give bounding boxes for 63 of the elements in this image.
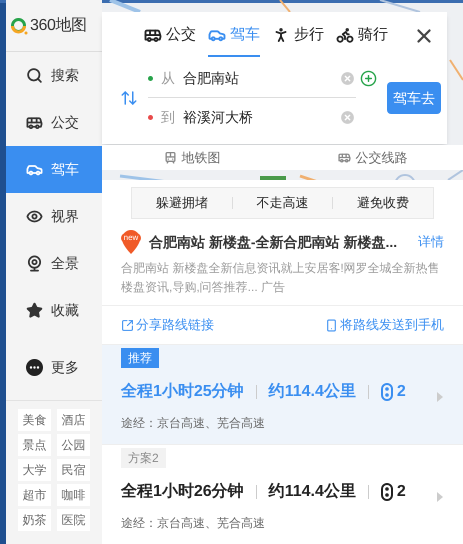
mode-tab[interactable]: 步行: [272, 15, 324, 57]
route-card[interactable]: 推荐 全程1小时25分钟 约114.4公里 2 途经：京台高速、芜合高速: [102, 344, 463, 444]
mode-tab[interactable]: 骑行: [336, 15, 388, 57]
map-link[interactable]: 地铁图: [102, 148, 282, 168]
route-option[interactable]: 避免收费: [333, 193, 434, 213]
route-option[interactable]: 躲避拥堵: [132, 193, 232, 213]
drive-button[interactable]: 驾车去: [387, 82, 441, 114]
ad-title[interactable]: 合肥南站 新楼盘-全新合肥南站 新楼盘...: [149, 232, 398, 252]
category-tag[interactable]: 公园: [57, 434, 90, 456]
share-link[interactable]: 分享路线链接: [121, 315, 214, 335]
expand-arrow-icon: [437, 492, 443, 502]
sidebar-item[interactable]: 更多: [6, 334, 102, 400]
bicycle-icon: [336, 26, 354, 44]
traffic-light-count: 2: [396, 482, 406, 502]
sidebar-item[interactable]: 视界: [6, 193, 102, 240]
logo-icon: [10, 16, 28, 34]
category-tag[interactable]: 咖啡: [57, 484, 90, 506]
category-tag[interactable]: 酒店: [57, 409, 90, 431]
category-tag[interactable]: 大学: [18, 459, 51, 481]
details-link[interactable]: 详情: [418, 232, 444, 252]
route-duration: 全程1小时26分钟: [121, 482, 244, 502]
add-stop-icon[interactable]: [360, 70, 377, 87]
category-tag[interactable]: 超市: [18, 484, 51, 506]
sidebar-item[interactable]: 公交: [6, 99, 102, 146]
category-tag[interactable]: 民宿: [57, 459, 90, 481]
start-field[interactable]: 从 合肥南站: [148, 60, 356, 98]
swap-icon[interactable]: [120, 89, 138, 107]
route-tag: 推荐: [121, 348, 159, 368]
route-distance: 约114.4公里: [268, 382, 356, 402]
map-link[interactable]: 公交线路: [282, 148, 463, 168]
mode-tab[interactable]: 驾车: [208, 15, 260, 57]
mode-tab[interactable]: 公交: [144, 15, 196, 57]
route-tag: 方案2: [121, 448, 166, 468]
expand-arrow-icon: [437, 392, 443, 402]
destination-field[interactable]: 到 裕溪河大桥: [148, 98, 356, 136]
more-icon: [26, 358, 43, 376]
eye-icon: [26, 208, 43, 225]
send-to-phone-link[interactable]: 将路线发送到手机: [325, 315, 444, 335]
sidebar-item[interactable]: 全景: [6, 240, 102, 287]
search-icon: [26, 67, 43, 84]
share-icon: [121, 318, 134, 332]
route-via: 途经：京台高速、芜合高速: [121, 515, 266, 532]
new-badge: new: [121, 233, 141, 243]
category-tag[interactable]: 奶茶: [18, 509, 51, 531]
route-distance: 约114.4公里: [268, 482, 356, 502]
route-duration: 全程1小时25分钟: [121, 382, 244, 402]
ad-description: 合肥南站 新楼盘全新信息资讯就上安居客!网罗全城全新热售楼盘资讯,导购,问答推荐... 广告: [121, 260, 441, 296]
route-option[interactable]: 不走高速: [232, 193, 332, 213]
traffic-light-icon: [380, 383, 393, 401]
bus-icon: [338, 151, 352, 164]
webcam-icon: [26, 255, 43, 272]
category-tag[interactable]: 景点: [18, 434, 51, 456]
category-tag[interactable]: 医院: [57, 509, 90, 531]
route-via: 途经：京台高速、芜合高速: [121, 415, 266, 432]
sidebar-item[interactable]: 收藏: [6, 287, 102, 334]
tram-icon: [164, 151, 178, 164]
traffic-light-count: 2: [396, 382, 406, 402]
sidebar-item[interactable]: 驾车: [6, 146, 102, 193]
traffic-light-icon: [380, 483, 393, 501]
star-icon: [26, 302, 43, 319]
category-tag[interactable]: 美食: [18, 409, 51, 431]
phone-icon: [325, 318, 338, 332]
sidebar-item[interactable]: 搜索: [6, 52, 102, 99]
